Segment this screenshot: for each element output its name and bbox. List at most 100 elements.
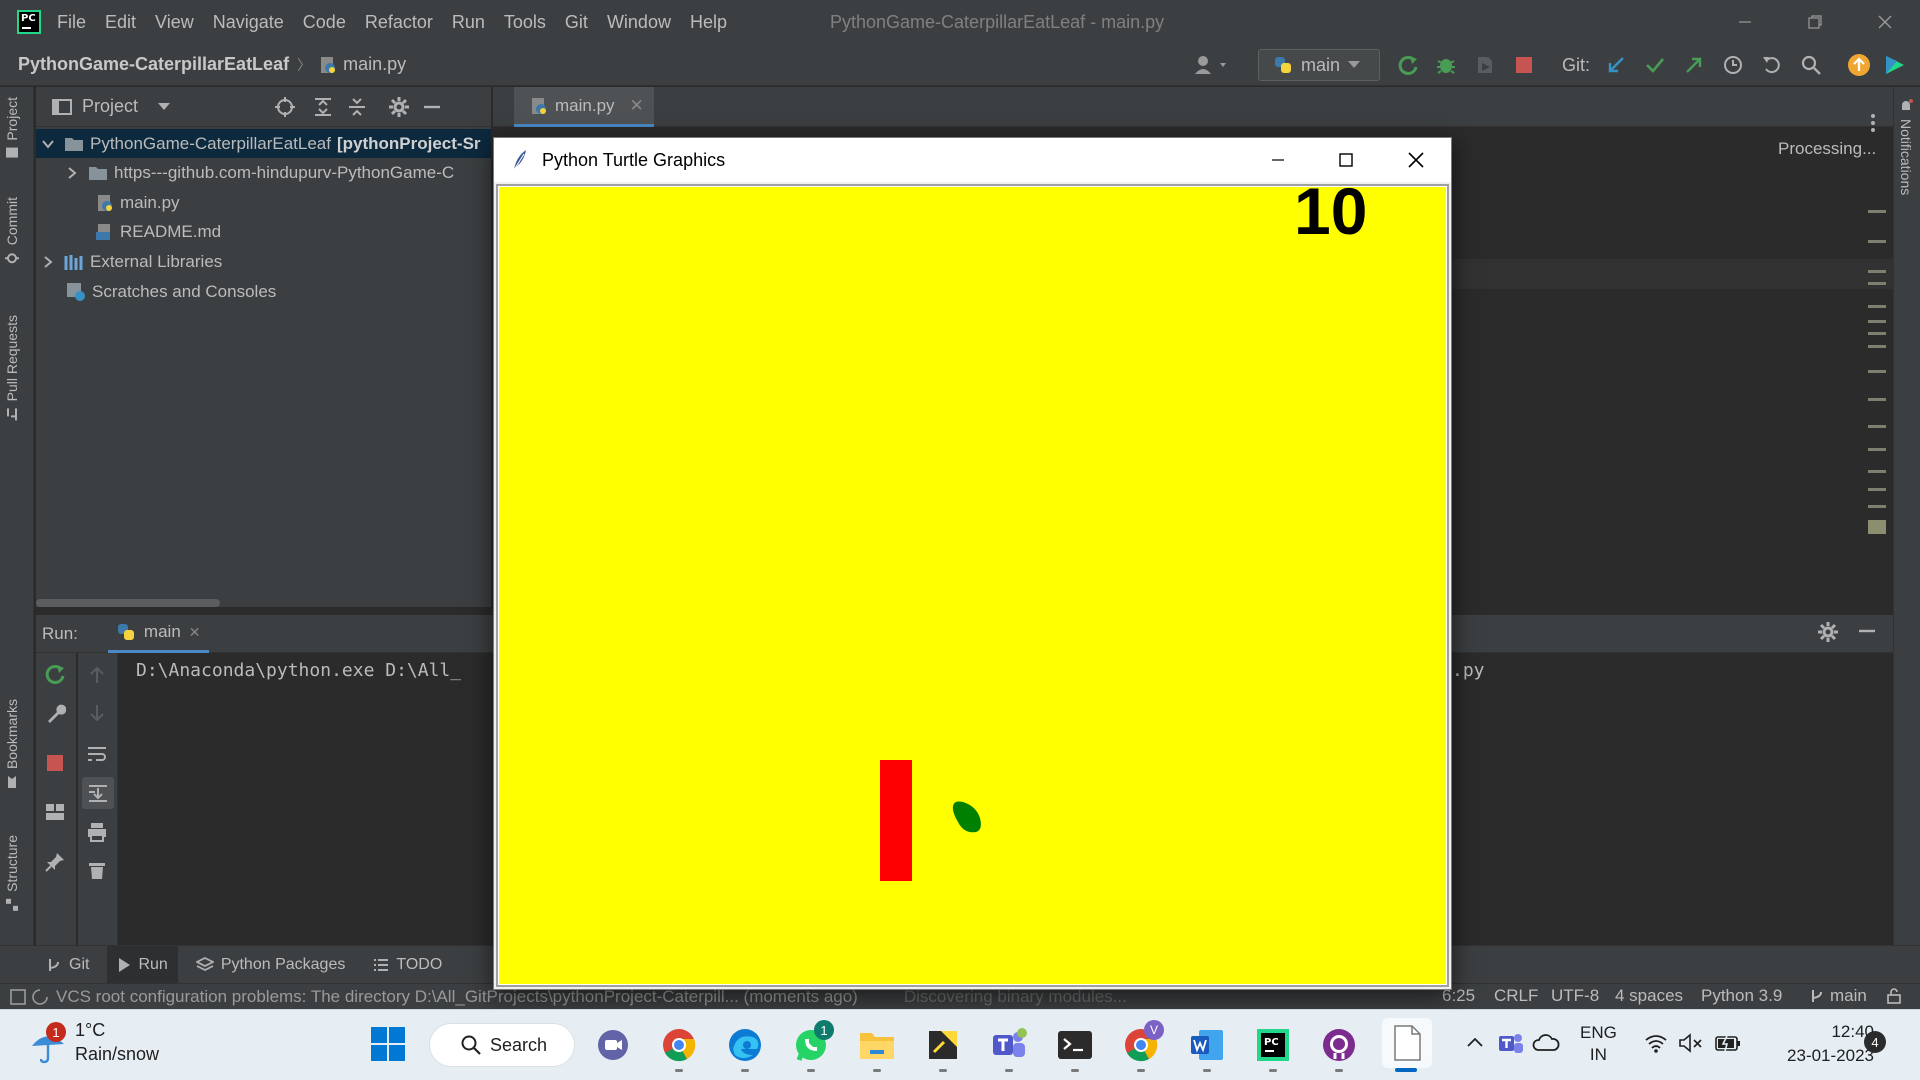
weather-description[interactable]: Rain/snow: [75, 1044, 159, 1065]
taskbar-app-whatsapp[interactable]: 1: [790, 1020, 834, 1066]
scroll-to-end-toggle[interactable]: [82, 777, 114, 809]
breadcrumb-project[interactable]: PythonGame-CaterpillarEatLeaf: [18, 54, 289, 75]
menu-help[interactable]: Help: [690, 12, 727, 33]
git-branch-widget[interactable]: main: [1810, 983, 1867, 1009]
system-clock[interactable]: 12:40 23-01-2023: [1762, 1020, 1874, 1068]
taskbar-app-chrome-profile[interactable]: V: [1120, 1020, 1164, 1066]
show-hidden-icons-button[interactable]: [1464, 1032, 1486, 1054]
tree-item-main-py[interactable]: main.py: [36, 188, 491, 217]
file-encoding[interactable]: UTF-8: [1551, 983, 1599, 1009]
menu-git[interactable]: Git: [565, 12, 588, 33]
notification-count-badge[interactable]: 4: [1864, 1031, 1886, 1053]
menu-view[interactable]: View: [155, 12, 194, 33]
run-configuration-select[interactable]: main: [1258, 49, 1380, 81]
tree-item-readme[interactable]: README.md: [36, 217, 491, 246]
close-tab-icon[interactable]: ✕: [189, 624, 201, 641]
menu-edit[interactable]: Edit: [105, 12, 136, 33]
soft-wrap-icon[interactable]: [86, 743, 108, 765]
menu-run[interactable]: Run: [452, 12, 485, 33]
horizontal-scrollbar[interactable]: [36, 599, 220, 607]
minimize-button[interactable]: [1716, 0, 1774, 44]
git-history-button[interactable]: [1720, 52, 1746, 78]
arrow-down-icon[interactable]: [87, 703, 107, 723]
pin-icon[interactable]: [44, 851, 66, 873]
breadcrumb-file[interactable]: main.py: [319, 54, 406, 75]
tool-window-run[interactable]: Run: [107, 945, 178, 984]
tray-volume-icon[interactable]: [1678, 1032, 1704, 1054]
language-indicator[interactable]: ENG IN: [1580, 1022, 1617, 1066]
taskbar-app-edge[interactable]: [724, 1024, 766, 1066]
taskbar-app-word[interactable]: [1186, 1024, 1228, 1066]
weather-widget-icon[interactable]: 1: [28, 1022, 68, 1066]
tray-teams-icon[interactable]: [1498, 1030, 1524, 1056]
close-button[interactable]: [1856, 0, 1914, 44]
tree-item-scratches[interactable]: Scratches and Consoles: [36, 277, 491, 306]
tray-battery-icon[interactable]: [1714, 1032, 1742, 1054]
run-settings-button[interactable]: [1817, 621, 1839, 643]
tool-window-git[interactable]: Git: [36, 946, 99, 984]
locate-file-icon[interactable]: [274, 96, 296, 118]
hide-panel-icon[interactable]: [422, 97, 442, 117]
stop-button[interactable]: [1511, 52, 1537, 78]
tool-tab-project[interactable]: Project: [4, 97, 20, 161]
taskbar-app-chrome[interactable]: [658, 1024, 700, 1066]
tray-onedrive-icon[interactable]: [1532, 1032, 1560, 1054]
taskbar-app-file-explorer[interactable]: [856, 1024, 898, 1066]
tree-item-github-folder[interactable]: https---github.com-hindupurv-PythonGame-…: [36, 158, 491, 187]
jetbrains-ai-button[interactable]: [1882, 52, 1908, 78]
menu-tools[interactable]: Tools: [504, 12, 546, 33]
tree-item-project-root[interactable]: PythonGame-CaterpillarEatLeaf [pythonPro…: [36, 129, 491, 158]
editor-scrollbar-markers[interactable]: [1868, 170, 1886, 550]
project-panel-title[interactable]: Project: [82, 96, 138, 117]
turtle-canvas[interactable]: [499, 187, 1446, 984]
taskbar-app-github-desktop[interactable]: [1318, 1024, 1360, 1066]
turtle-close-button[interactable]: [1382, 138, 1450, 182]
menu-window[interactable]: Window: [607, 12, 671, 33]
tray-network-icon[interactable]: [1644, 1032, 1668, 1054]
taskbar-app-terminal[interactable]: [1054, 1024, 1096, 1066]
gear-icon[interactable]: [388, 96, 410, 118]
rerun-button[interactable]: [1395, 52, 1421, 78]
rerun-icon[interactable]: [44, 663, 66, 685]
close-tab-icon[interactable]: ✕: [630, 96, 644, 116]
git-commit-button[interactable]: [1642, 52, 1668, 78]
menu-navigate[interactable]: Navigate: [213, 12, 284, 33]
taskbar-app-teams[interactable]: [988, 1024, 1030, 1066]
indent-setting[interactable]: 4 spaces: [1615, 983, 1683, 1009]
print-icon[interactable]: [86, 821, 108, 843]
panel-toggle-icon[interactable]: [10, 988, 26, 1005]
git-update-button[interactable]: [1603, 52, 1629, 78]
collapse-all-icon[interactable]: [346, 96, 368, 118]
tool-tab-pull-requests[interactable]: Pull Requests: [4, 315, 20, 421]
coverage-button[interactable]: [1472, 52, 1498, 78]
taskbar-app-sticky-notes[interactable]: [922, 1024, 964, 1066]
tool-window-todo[interactable]: TODO: [363, 946, 452, 984]
taskbar-search[interactable]: Search: [429, 1023, 575, 1067]
more-options-button[interactable]: [1862, 110, 1884, 136]
taskbar-app-pycharm[interactable]: PC: [1252, 1024, 1294, 1066]
user-account-button[interactable]: [1192, 52, 1234, 78]
python-interpreter[interactable]: Python 3.9: [1701, 983, 1782, 1009]
arrow-up-icon[interactable]: [87, 665, 107, 685]
editor-tab-main-py[interactable]: main.py ✕: [514, 87, 654, 127]
menu-code[interactable]: Code: [303, 12, 346, 33]
taskbar-app-document-active[interactable]: [1382, 1018, 1432, 1068]
weather-temperature[interactable]: 1°C: [75, 1020, 105, 1041]
menu-refactor[interactable]: Refactor: [365, 12, 433, 33]
tool-tab-structure[interactable]: Structure: [4, 835, 20, 912]
start-button[interactable]: [370, 1026, 406, 1062]
tree-item-external-libraries[interactable]: External Libraries: [36, 247, 491, 276]
lock-icon[interactable]: [1886, 988, 1902, 1004]
debug-button[interactable]: [1433, 52, 1459, 78]
chevron-down-icon[interactable]: [158, 102, 171, 111]
ide-update-button[interactable]: [1846, 52, 1872, 78]
menu-file[interactable]: File: [57, 12, 86, 33]
run-tab-main[interactable]: main ✕: [107, 615, 209, 653]
tool-tab-commit[interactable]: Commit: [4, 197, 20, 265]
trash-icon[interactable]: [86, 859, 108, 881]
layout-icon[interactable]: [44, 801, 66, 823]
wrench-icon[interactable]: [44, 703, 66, 725]
tool-window-python-packages[interactable]: Python Packages: [186, 946, 356, 984]
expand-all-icon[interactable]: [312, 96, 334, 118]
taskbar-app-teams-chat[interactable]: [592, 1024, 634, 1066]
